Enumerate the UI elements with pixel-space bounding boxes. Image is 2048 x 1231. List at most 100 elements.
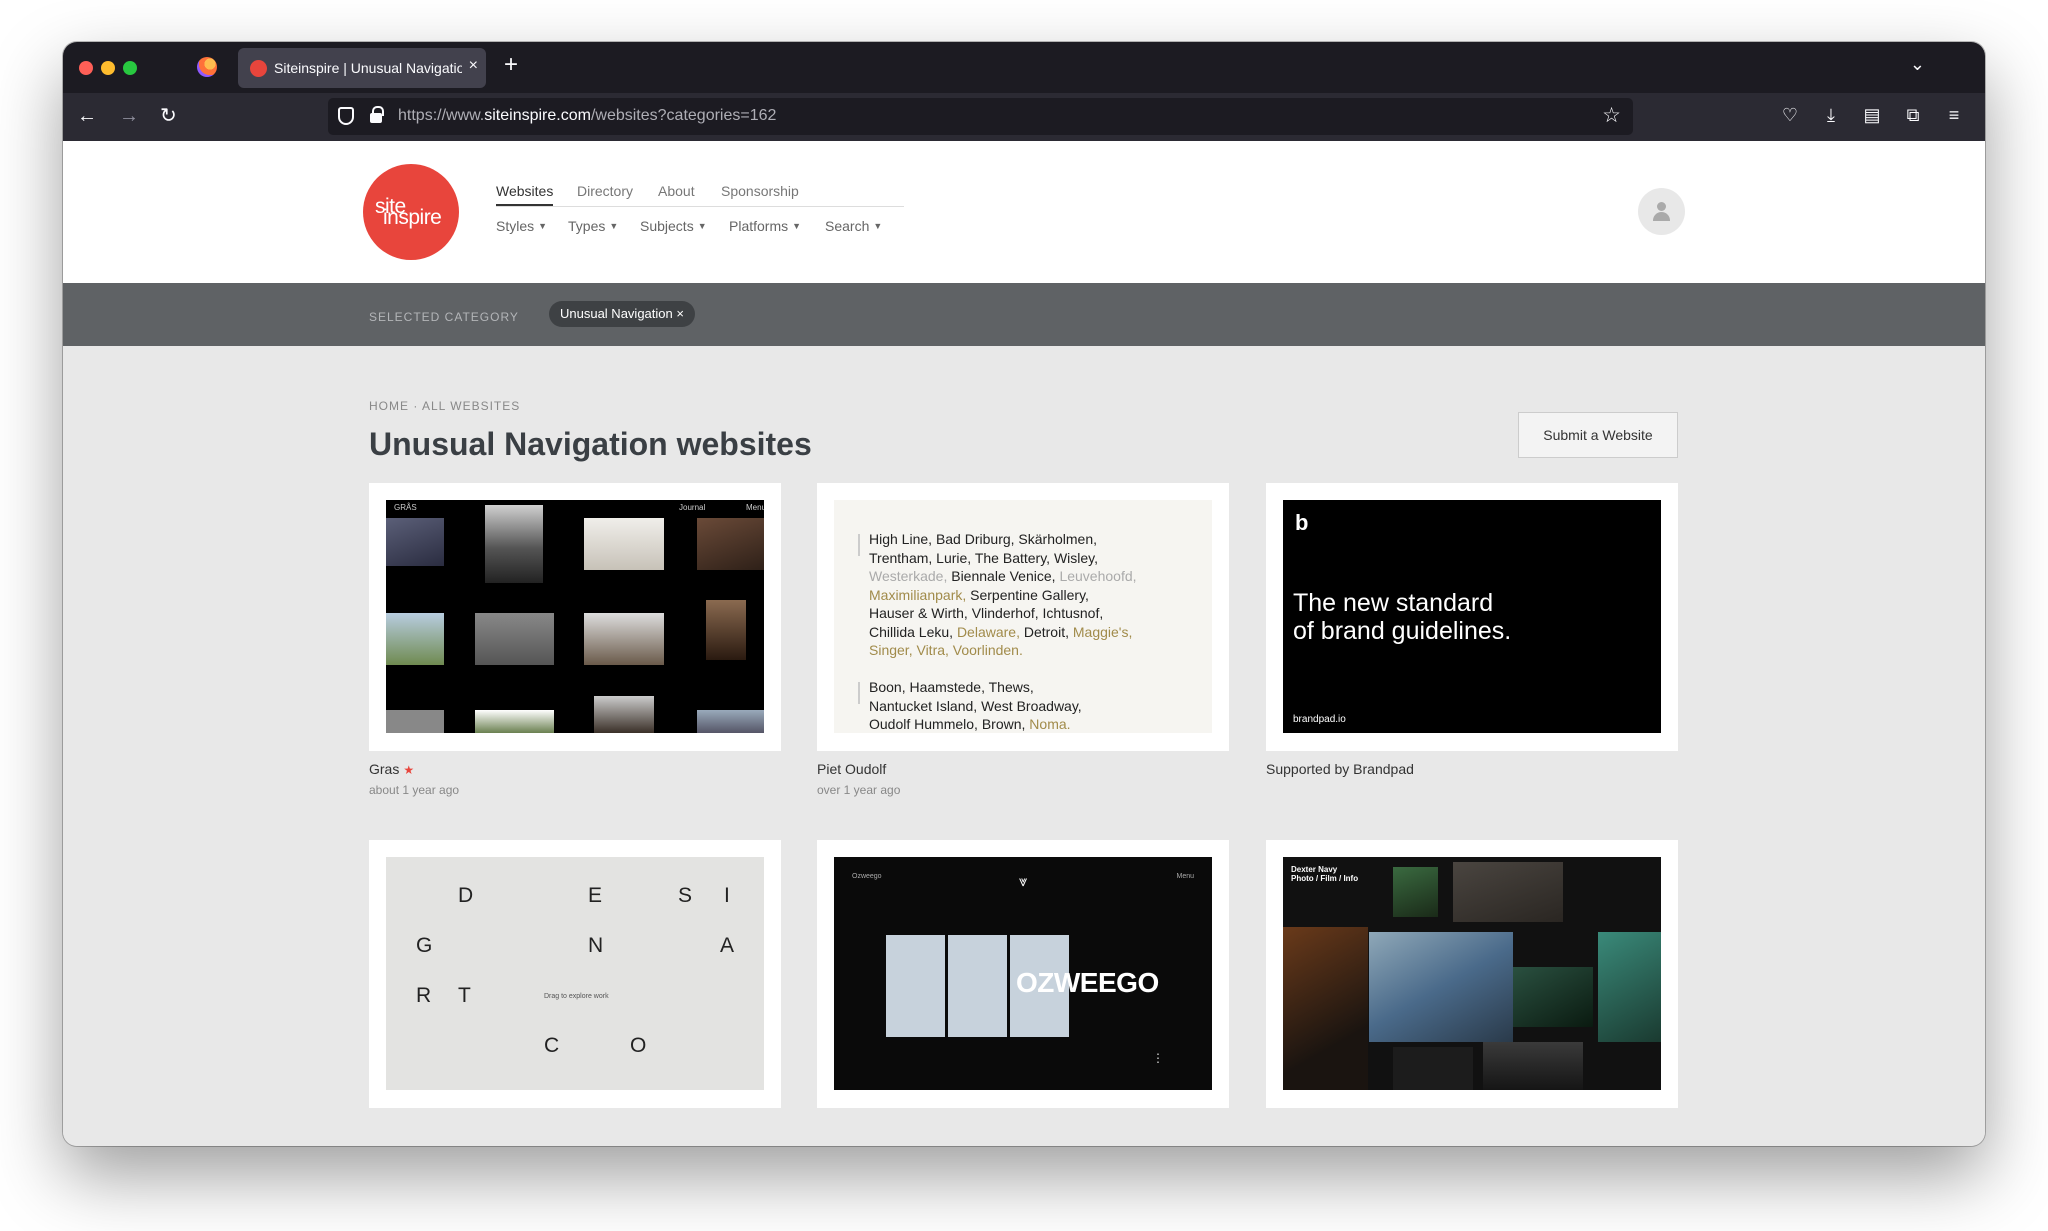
- photo: [475, 613, 554, 665]
- firefox-icon[interactable]: [197, 57, 217, 77]
- photo: [386, 710, 444, 733]
- brandpad-logo-icon: b: [1295, 510, 1309, 535]
- page: site inspire Websites Directory About Sp…: [63, 141, 1985, 1146]
- tracking-shield-icon[interactable]: [338, 107, 354, 125]
- site-screenshot[interactable]: b The new standard of brand guidelines. …: [1283, 500, 1661, 733]
- card-title[interactable]: Supported by Brandpad: [1266, 761, 1414, 777]
- reader-icon[interactable]: ▤: [1862, 105, 1882, 125]
- window-minimize-button[interactable]: [101, 61, 115, 75]
- list-all-tabs-icon[interactable]: ⌄: [1910, 54, 1925, 75]
- site-card-gras[interactable]: GRÅS Journal Menu Gras ★ about 1 year ago: [369, 483, 781, 797]
- site-card-piet-oudolf[interactable]: High Line, Bad Driburg, Skärholmen, Tren…: [817, 483, 1229, 797]
- featured-star-icon: ★: [403, 763, 415, 777]
- site-screenshot[interactable]: Dexter Navy Photo / Film / Info: [1283, 857, 1661, 1090]
- site-card-brandpad[interactable]: b The new standard of brand guidelines. …: [1266, 483, 1678, 777]
- nav-search[interactable]: Search ▼: [825, 218, 882, 234]
- primary-nav: Websites Directory About Sponsorship: [496, 183, 904, 207]
- oudolf-list: Boon, Haamstede, Thews, Nantucket Island…: [869, 679, 1082, 732]
- nav-types[interactable]: Types ▼: [568, 218, 618, 234]
- brandpad-url: brandpad.io: [1293, 714, 1346, 725]
- photo: [1598, 932, 1661, 1042]
- photo: [1513, 967, 1593, 1027]
- caret-down-icon: ▼: [538, 221, 548, 231]
- photo: [1453, 862, 1563, 922]
- nav-websites[interactable]: Websites: [496, 183, 554, 206]
- downloads-icon[interactable]: ⤓: [1821, 105, 1841, 125]
- page-title: Unusual Navigation websites: [369, 426, 812, 462]
- photo: [386, 518, 444, 566]
- category-bar: SELECTED CATEGORY Unusual Navigation ×: [63, 283, 1985, 346]
- category-chip[interactable]: Unusual Navigation ×: [549, 301, 695, 327]
- reload-icon[interactable]: ↻: [160, 103, 177, 129]
- bookmark-star-icon[interactable]: ☆: [1602, 103, 1621, 128]
- photo: [706, 600, 746, 660]
- caret-down-icon: ▼: [792, 221, 802, 231]
- caret-down-icon: ▼: [873, 221, 883, 231]
- forward-icon[interactable]: →: [119, 103, 139, 129]
- site-card-dexter-navy[interactable]: Dexter Navy Photo / Film / Info: [1266, 840, 1678, 1108]
- site-card-design-agency[interactable]: D E S I G N A R T Drag to explore work C…: [369, 840, 781, 1108]
- shoe-photo: [886, 935, 945, 1037]
- nav-styles[interactable]: Styles ▼: [496, 218, 547, 234]
- tab-bar: Siteinspire | Unusual Navigation website…: [63, 42, 1985, 93]
- brandpad-headline: The new standard of brand guidelines.: [1293, 589, 1512, 645]
- photo: [1393, 1047, 1473, 1090]
- nav-platforms[interactable]: Platforms ▼: [729, 218, 801, 234]
- photo: [1283, 927, 1368, 1090]
- photo: [485, 505, 543, 583]
- siteinspire-logo[interactable]: site inspire: [363, 164, 459, 260]
- more-icon: ⋮: [1152, 1051, 1164, 1065]
- breadcrumb[interactable]: HOME · ALL WEBSITES: [369, 399, 520, 413]
- site-screenshot[interactable]: Ozweego Menu ⩔ OZWEEGO ⋮: [834, 857, 1212, 1090]
- card-title[interactable]: Gras ★: [369, 761, 414, 777]
- caret-down-icon: ▼: [609, 221, 619, 231]
- card-date: over 1 year ago: [817, 783, 901, 797]
- photo: [584, 518, 664, 570]
- extensions-icon[interactable]: ⧉: [1903, 105, 1923, 125]
- nav-sponsorship[interactable]: Sponsorship: [721, 183, 799, 199]
- nav-directory[interactable]: Directory: [577, 183, 633, 199]
- pocket-icon[interactable]: ♡: [1780, 105, 1800, 125]
- photo: [697, 710, 764, 733]
- selected-category-label: SELECTED CATEGORY: [369, 310, 519, 324]
- oudolf-list: High Line, Bad Driburg, Skärholmen, Tren…: [869, 531, 1137, 658]
- tab-title: Siteinspire | Unusual Navigation website…: [274, 60, 462, 76]
- photo: [1369, 932, 1513, 1042]
- address-bar[interactable]: https://www.siteinspire.com/websites?cat…: [328, 98, 1633, 135]
- shoe-photo: [948, 935, 1007, 1037]
- user-icon: [1657, 202, 1666, 211]
- lock-icon[interactable]: [370, 106, 384, 123]
- new-tab-button[interactable]: +: [504, 52, 518, 78]
- site-header: site inspire Websites Directory About Sp…: [63, 141, 1985, 283]
- user-avatar[interactable]: [1638, 188, 1685, 235]
- card-title[interactable]: Piet Oudolf: [817, 761, 886, 777]
- site-screenshot[interactable]: D E S I G N A R T Drag to explore work C…: [386, 857, 764, 1090]
- photo: [697, 518, 764, 570]
- card-date: about 1 year ago: [369, 783, 460, 797]
- nav-about[interactable]: About: [658, 183, 695, 199]
- back-icon[interactable]: ←: [77, 103, 97, 129]
- ozweego-title: OZWEEGO: [1016, 967, 1159, 998]
- drag-hint: Drag to explore work: [544, 993, 609, 1000]
- photo: [594, 696, 654, 733]
- caret-down-icon: ▼: [697, 221, 707, 231]
- favicon-icon: [250, 60, 267, 77]
- nav-subjects[interactable]: Subjects ▼: [640, 218, 707, 234]
- site-screenshot[interactable]: High Line, Bad Driburg, Skärholmen, Tren…: [834, 500, 1212, 733]
- photo: [1483, 1042, 1583, 1090]
- window-close-button[interactable]: [79, 61, 93, 75]
- photo: [475, 710, 554, 733]
- url-text[interactable]: https://www.siteinspire.com/websites?cat…: [398, 107, 776, 125]
- site-card-ozweego[interactable]: Ozweego Menu ⩔ OZWEEGO ⋮: [817, 840, 1229, 1108]
- window-maximize-button[interactable]: [123, 61, 137, 75]
- tab-siteinspire[interactable]: Siteinspire | Unusual Navigation website…: [238, 48, 486, 88]
- nav-toolbar: ← → ↻ https://www.siteinspire.com/websit…: [63, 93, 1985, 141]
- menu-icon[interactable]: ≡: [1944, 105, 1964, 125]
- photo: [584, 613, 664, 665]
- site-screenshot[interactable]: GRÅS Journal Menu: [386, 500, 764, 733]
- photo: [1393, 867, 1438, 917]
- submit-website-button[interactable]: Submit a Website: [1518, 412, 1678, 458]
- adidas-logo-icon: ⩔: [1019, 873, 1028, 890]
- tab-close-icon[interactable]: ×: [469, 57, 478, 75]
- photo: [386, 613, 444, 665]
